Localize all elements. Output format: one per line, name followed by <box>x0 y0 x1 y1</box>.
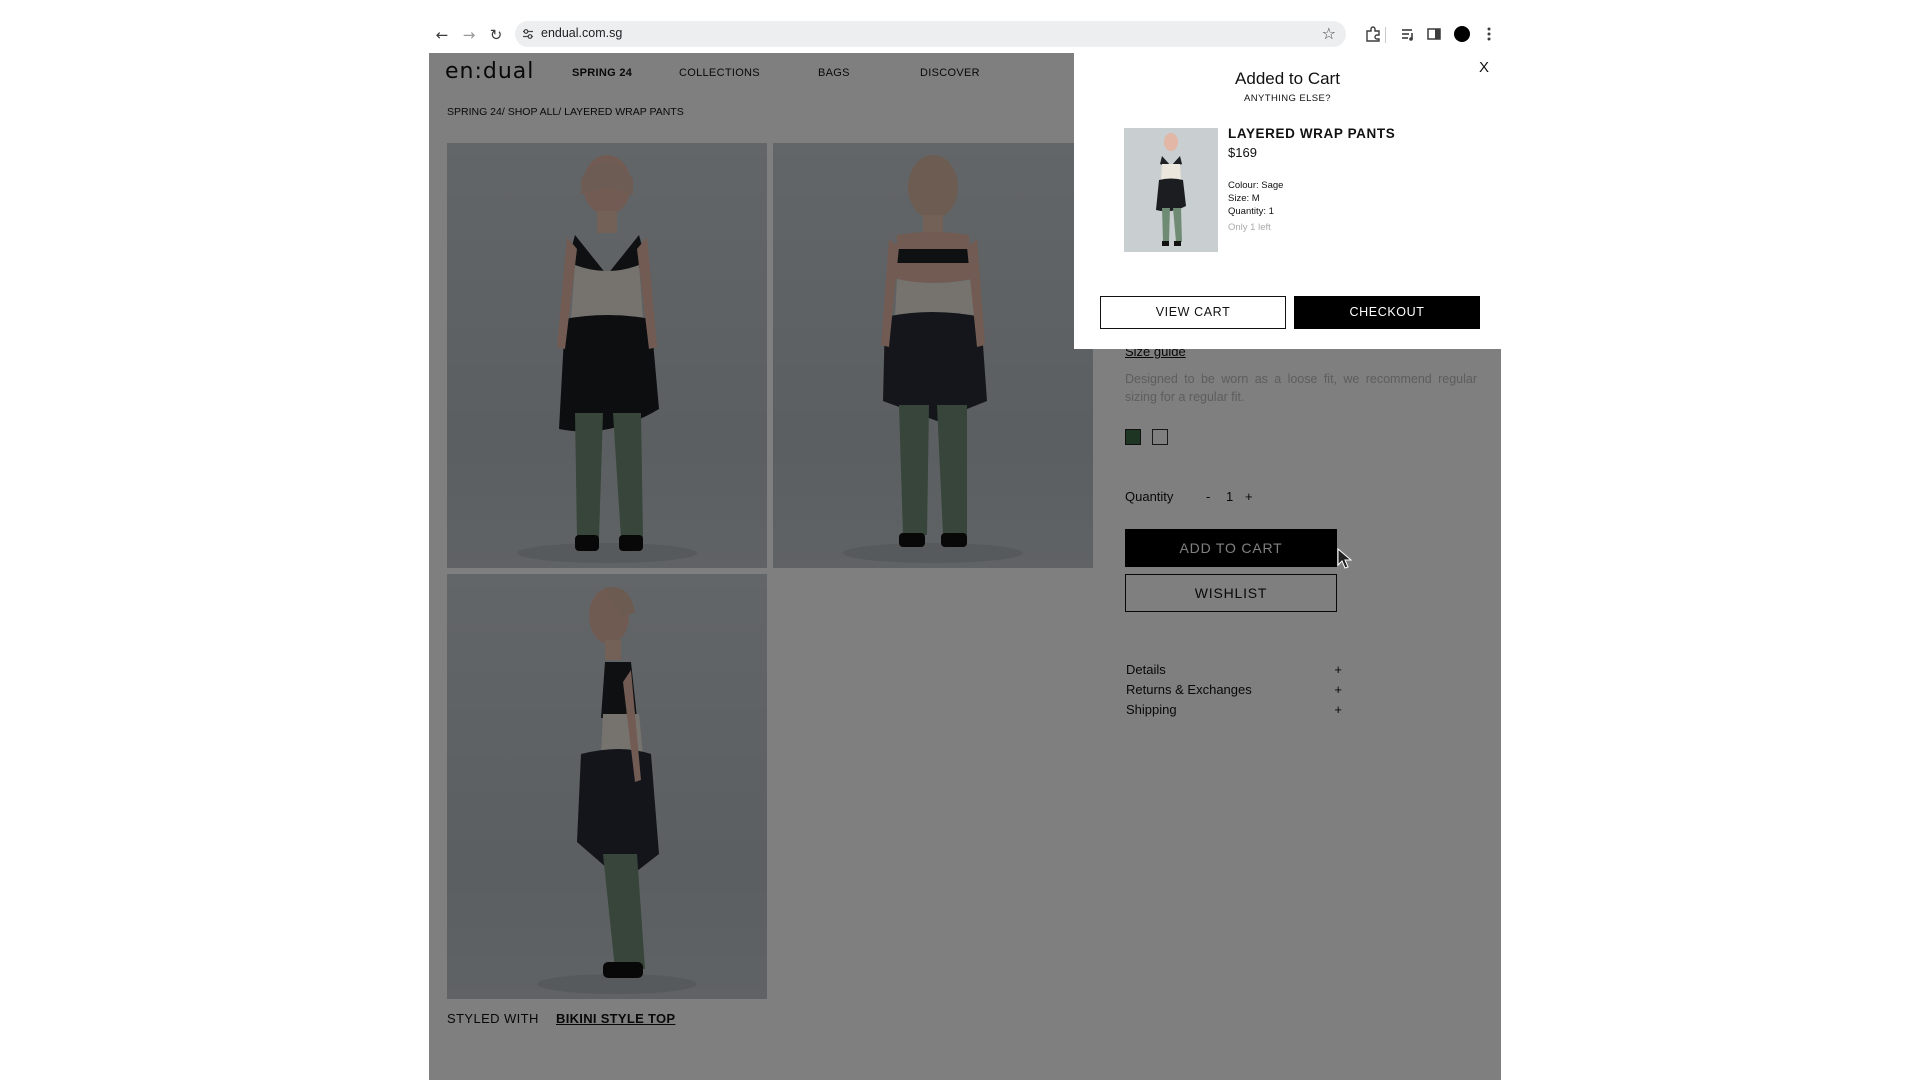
reload-icon[interactable]: ↻ <box>487 26 505 44</box>
cart-item-size: Size: M <box>1228 193 1260 204</box>
cart-item-name[interactable]: LAYERED WRAP PANTS <box>1228 126 1395 141</box>
forward-icon[interactable]: → <box>460 26 478 44</box>
cart-item-price: $169 <box>1228 145 1257 160</box>
cart-item-colour: Colour: Sage <box>1228 180 1284 191</box>
extensions-icon[interactable] <box>1364 25 1382 43</box>
cart-item-thumbnail[interactable] <box>1124 128 1218 252</box>
cart-item-stock: Only 1 left <box>1228 222 1271 233</box>
checkout-button[interactable]: CHECKOUT <box>1294 296 1480 329</box>
cart-item-quantity: Quantity: 1 <box>1228 206 1274 217</box>
media-controls-icon[interactable] <box>1399 25 1417 43</box>
more-menu-icon[interactable] <box>1480 25 1498 43</box>
profile-avatar-icon[interactable] <box>1454 26 1470 42</box>
side-panel-icon[interactable] <box>1425 25 1443 43</box>
site-settings-icon[interactable] <box>522 28 534 40</box>
toolbar-divider <box>1385 27 1386 43</box>
popup-subtitle: ANYTHING ELSE? <box>1244 93 1331 104</box>
address-bar[interactable]: endual.com.sg ☆ <box>515 21 1346 47</box>
back-icon[interactable]: ← <box>433 26 451 44</box>
url-text[interactable]: endual.com.sg <box>541 26 622 40</box>
browser-toolbar: ← → ↻ endual.com.sg ☆ <box>429 17 1501 53</box>
view-cart-button[interactable]: VIEW CART <box>1100 296 1286 329</box>
popup-title: Added to Cart <box>1235 69 1340 88</box>
added-to-cart-popup: X Added to Cart ANYTHING ELSE? LAYERED W… <box>1074 53 1501 349</box>
mouse-cursor-icon <box>1337 548 1353 569</box>
bookmark-star-icon[interactable]: ☆ <box>1322 24 1336 43</box>
cart-item-model-image <box>1124 128 1218 252</box>
